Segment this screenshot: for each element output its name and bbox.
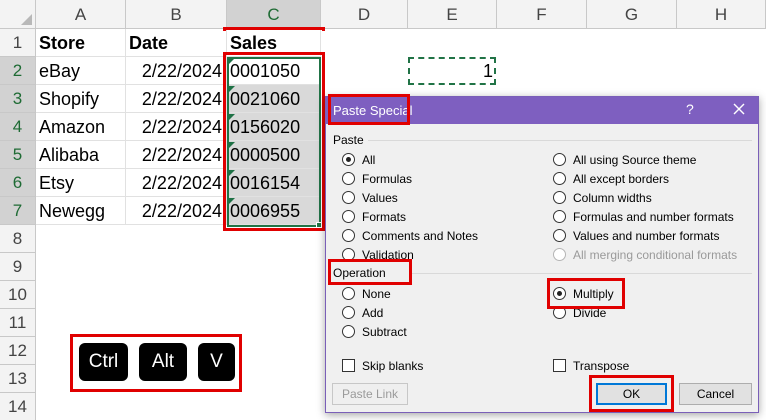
- cell-store[interactable]: Alibaba: [36, 141, 126, 169]
- row-header[interactable]: 8: [0, 225, 36, 253]
- col-header-e[interactable]: E: [408, 0, 497, 29]
- cell-store[interactable]: Amazon: [36, 113, 126, 141]
- row-header[interactable]: 14: [0, 393, 36, 420]
- key-ctrl: Ctrl: [79, 343, 128, 381]
- col-header-g[interactable]: G: [587, 0, 677, 29]
- paste-section-divider: [368, 140, 752, 141]
- key-alt: Alt: [139, 343, 187, 381]
- row-header[interactable]: 7: [0, 197, 36, 225]
- cancel-button[interactable]: Cancel: [679, 383, 752, 405]
- key-v: V: [198, 343, 235, 381]
- cell-header-store[interactable]: Store: [36, 29, 126, 57]
- paste-section-label: Paste: [333, 133, 364, 147]
- row-header[interactable]: 3: [0, 85, 36, 113]
- radio-formulas[interactable]: [342, 172, 355, 185]
- radio-values-number-formats[interactable]: [553, 229, 566, 242]
- highlight-operation-label: [328, 259, 412, 285]
- cell-date[interactable]: 2/22/2024: [126, 141, 227, 169]
- radio-all[interactable]: [342, 153, 355, 166]
- cell-store[interactable]: Shopify: [36, 85, 126, 113]
- row-header[interactable]: 12: [0, 337, 36, 365]
- select-all-corner[interactable]: [0, 0, 36, 29]
- cell-store[interactable]: eBay: [36, 57, 126, 85]
- row-header[interactable]: 9: [0, 253, 36, 281]
- highlight-ok-button: [589, 375, 674, 412]
- radio-source-theme[interactable]: [553, 153, 566, 166]
- cell-store[interactable]: Etsy: [36, 169, 126, 197]
- highlight-sales-header-top: [223, 27, 325, 31]
- row-header[interactable]: 11: [0, 309, 36, 337]
- col-header-d[interactable]: D: [321, 0, 408, 29]
- radio-merging-conditional: [553, 248, 566, 261]
- radio-subtract[interactable]: [342, 325, 355, 338]
- cell-date[interactable]: 2/22/2024: [126, 57, 227, 85]
- paste-link-button: Paste Link: [332, 383, 408, 405]
- paste-special-dialog: Paste Special ? Paste All Formulas Value…: [325, 94, 759, 413]
- cell-date[interactable]: 2/22/2024: [126, 197, 227, 225]
- cell-header-date[interactable]: Date: [126, 29, 227, 57]
- highlight-dialog-title: [328, 94, 410, 125]
- col-header-h[interactable]: H: [677, 0, 766, 29]
- cell-date[interactable]: 2/22/2024: [126, 169, 227, 197]
- highlight-multiply-option: [547, 278, 625, 309]
- row-header[interactable]: 4: [0, 113, 36, 141]
- row-header[interactable]: 1: [0, 29, 36, 57]
- cell-date[interactable]: 2/22/2024: [126, 113, 227, 141]
- row-header[interactable]: 2: [0, 57, 36, 85]
- checkbox-skip-blanks[interactable]: [342, 359, 355, 372]
- radio-formulas-number-formats[interactable]: [553, 210, 566, 223]
- row-header[interactable]: 6: [0, 169, 36, 197]
- radio-comments[interactable]: [342, 229, 355, 242]
- radio-column-widths[interactable]: [553, 191, 566, 204]
- radio-except-borders[interactable]: [553, 172, 566, 185]
- operation-section-divider: [410, 273, 752, 274]
- radio-values[interactable]: [342, 191, 355, 204]
- col-header-c[interactable]: C: [227, 0, 321, 29]
- copy-marquee: [408, 57, 496, 85]
- row-header[interactable]: 5: [0, 141, 36, 169]
- radio-formats[interactable]: [342, 210, 355, 223]
- radio-none[interactable]: [342, 287, 355, 300]
- radio-add[interactable]: [342, 306, 355, 319]
- highlight-sales-range: [223, 52, 325, 231]
- checkbox-transpose[interactable]: [553, 359, 566, 372]
- cell-date[interactable]: 2/22/2024: [126, 85, 227, 113]
- col-header-b[interactable]: B: [126, 0, 227, 29]
- col-header-f[interactable]: F: [497, 0, 587, 29]
- row-header[interactable]: 10: [0, 281, 36, 309]
- cell-store[interactable]: Newegg: [36, 197, 126, 225]
- row-header[interactable]: 13: [0, 365, 36, 393]
- col-header-a[interactable]: A: [36, 0, 126, 29]
- help-button[interactable]: ?: [686, 101, 694, 117]
- close-icon[interactable]: [730, 100, 748, 118]
